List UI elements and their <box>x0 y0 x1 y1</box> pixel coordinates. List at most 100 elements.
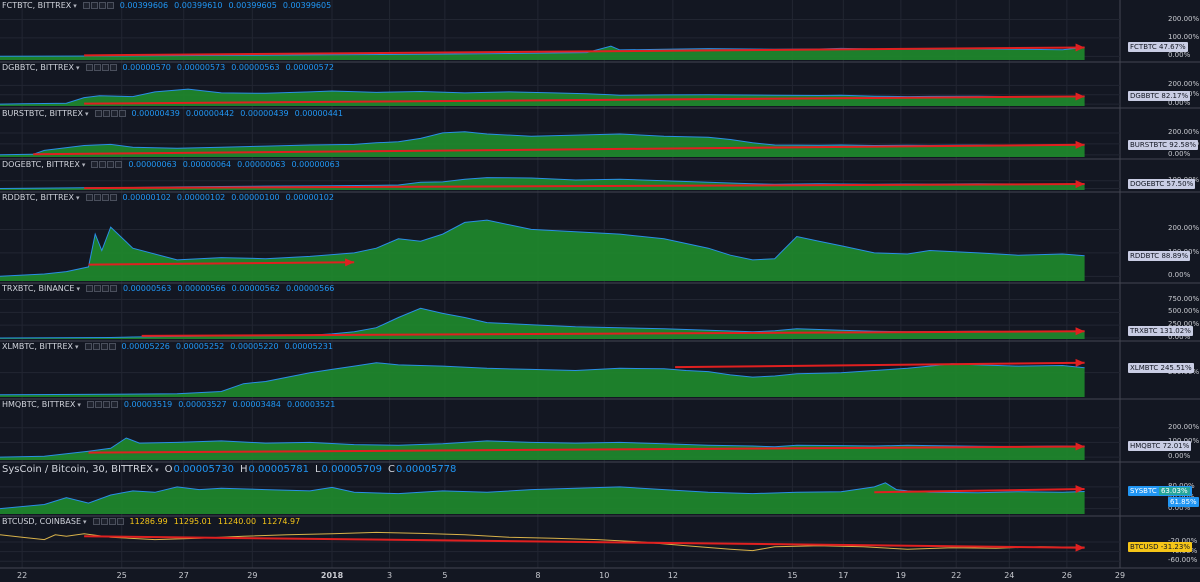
pane-control-icon[interactable] <box>109 285 117 292</box>
pane-control-icon[interactable] <box>90 2 98 9</box>
y-tick-label: 100.00% <box>1168 32 1200 41</box>
pane-header[interactable]: SysCoin / Bitcoin, 30, BITTREX ▾ O 0.000057… <box>2 464 456 475</box>
tag-symbol: RDDBTC <box>1130 251 1162 260</box>
symbol-label[interactable]: BTCUSD, COINBASE <box>2 517 81 526</box>
ohlc-value: 0.00000573 <box>176 63 226 72</box>
pane-control-icon[interactable] <box>93 194 101 201</box>
pane-header[interactable]: XLMBTC, BITTREX ▾ 0.00005226 0.00005252 0.00… <box>2 342 333 351</box>
pane-control-icon[interactable] <box>94 110 102 117</box>
pane-control-icon[interactable] <box>92 343 100 350</box>
symbol-label[interactable]: DOGEBTC, BITTREX <box>2 160 80 169</box>
symbol-label[interactable]: XLMBTC, BITTREX <box>2 342 73 351</box>
x-tick-label: 25 <box>116 571 127 580</box>
y-tick-label: 750.00% <box>1168 294 1200 303</box>
symbol-dropdown-icon[interactable]: ▾ <box>82 161 86 169</box>
y-tick-label: -60.00% <box>1168 556 1198 565</box>
symbol-dropdown-icon[interactable]: ▾ <box>83 518 87 526</box>
last-value-tag: DOGEBTC 57.50% <box>1128 179 1196 190</box>
ohlc-value: 0.00000102 <box>285 193 334 202</box>
pane-control-icon[interactable] <box>84 343 92 350</box>
ohlc-values: 0.00000570 0.00000573 0.00000563 0.00000572 <box>123 63 334 72</box>
tag-value: 88.89% <box>1161 251 1189 260</box>
ohlc-value: 0.00005226 <box>121 342 170 351</box>
ohlc-value: 0.00399605 <box>228 1 277 10</box>
x-tick-label: 12 <box>667 571 678 580</box>
tag-value: 131.02% <box>1159 327 1191 336</box>
pane-control-icon[interactable] <box>116 518 124 525</box>
pane-control-icon[interactable] <box>85 194 93 201</box>
symbol-label[interactable]: HMQBTC, BITTREX <box>2 400 75 409</box>
pane-control-icon[interactable] <box>85 64 93 71</box>
symbol-dropdown-icon[interactable]: ▾ <box>75 343 79 351</box>
ohlc-value: 0.00000063 <box>291 160 340 169</box>
pane-control-icon[interactable] <box>86 401 94 408</box>
pane-control-icon[interactable] <box>115 161 123 168</box>
symbol-label[interactable]: DGBBTC, BITTREX <box>2 63 74 72</box>
x-tick-label: 19 <box>895 571 906 580</box>
symbol-label[interactable]: TRXBTC, BINANCE <box>2 284 74 293</box>
pane-control-icon[interactable] <box>93 64 101 71</box>
pane-control-icon[interactable] <box>101 64 109 71</box>
symbol-label[interactable]: FCTBTC, BITTREX <box>2 1 71 10</box>
pane-control-icon[interactable] <box>110 401 118 408</box>
ohlc-values: 0.00003519 0.00003527 0.00003484 0.00003521 <box>124 400 335 409</box>
y-tick-label: 0.00% <box>1168 149 1191 158</box>
y-tick-label: 200.00% <box>1168 224 1200 233</box>
pane-control-icon[interactable] <box>108 518 116 525</box>
pane-control-icon[interactable] <box>118 110 126 117</box>
tag-value: 57.50% <box>1166 180 1194 189</box>
pane-header[interactable]: BTCUSD, COINBASE ▾ 11286.99 11295.01 11240.0… <box>2 517 300 526</box>
symbol-dropdown-icon[interactable]: ▾ <box>73 2 77 10</box>
x-tick-label: 29 <box>247 571 258 580</box>
tag-symbol: DGBBTC <box>1130 92 1162 101</box>
ohlc-value: 11274.97 <box>262 517 301 526</box>
pane-header[interactable]: HMQBTC, BITTREX ▾ 0.00003519 0.00003527 0.00… <box>2 400 335 409</box>
pane-control-icon[interactable] <box>102 110 110 117</box>
pane-control-icon[interactable] <box>91 161 99 168</box>
x-tick-label: 17 <box>838 571 849 580</box>
pane-header[interactable]: FCTBTC, BITTREX ▾ 0.00399606 0.00399610 0.00… <box>2 1 331 10</box>
symbol-dropdown-icon[interactable]: ▾ <box>76 64 80 72</box>
symbol-dropdown-icon[interactable]: ▾ <box>77 401 81 409</box>
pane-control-icon[interactable] <box>101 194 109 201</box>
secondary-value-tag: 61.85% <box>1168 497 1199 508</box>
y-tick-label: 0.00% <box>1168 51 1191 60</box>
symbol-dropdown-icon[interactable]: ▾ <box>155 466 159 474</box>
ohlc-value: 0.00000563 <box>231 63 280 72</box>
pane-control-icon[interactable] <box>92 518 100 525</box>
pane-control-icon[interactable] <box>101 285 109 292</box>
pane-control-icon[interactable] <box>82 2 90 9</box>
ohlc-values: 0.00005226 0.00005252 0.00005220 0.00005231 <box>122 342 333 351</box>
pane-control-icon[interactable] <box>106 2 114 9</box>
ohlc-key: L <box>314 464 321 475</box>
pane-control-icon[interactable] <box>107 161 115 168</box>
pane-header[interactable]: BURSTBTC, BITTREX ▾ 0.00000439 0.00000442 0.… <box>2 109 343 118</box>
symbol-dropdown-icon[interactable]: ▾ <box>76 194 80 202</box>
tag-symbol: BURSTBTC <box>1130 140 1170 149</box>
symbol-dropdown-icon[interactable]: ▾ <box>76 285 80 293</box>
pane-control-icon[interactable] <box>102 401 110 408</box>
pane-control-icon[interactable] <box>100 518 108 525</box>
symbol-dropdown-icon[interactable]: ▾ <box>85 110 89 118</box>
pane-control-icon[interactable] <box>109 64 117 71</box>
pane-control-icon[interactable] <box>110 110 118 117</box>
pane-header[interactable]: RDDBTC, BITTREX ▾ 0.00000102 0.00000102 0.00… <box>2 193 334 202</box>
ohlc-values: 0.00000439 0.00000442 0.00000439 0.00000441 <box>132 109 343 118</box>
pane-control-icon[interactable] <box>108 343 116 350</box>
ohlc-value: 0.00000102 <box>122 193 171 202</box>
ohlc-value: 0.00000572 <box>285 63 334 72</box>
pane-control-icon[interactable] <box>85 285 93 292</box>
symbol-label[interactable]: BURSTBTC, BITTREX <box>2 109 83 118</box>
pane-control-icon[interactable] <box>99 161 107 168</box>
symbol-label[interactable]: RDDBTC, BITTREX <box>2 193 74 202</box>
pane-header[interactable]: DOGEBTC, BITTREX ▾ 0.00000063 0.00000064 0.0… <box>2 160 340 169</box>
symbol-label[interactable]: SysCoin / Bitcoin, 30, BITTREX <box>2 464 153 475</box>
pane-control-icon[interactable] <box>100 343 108 350</box>
pane-header[interactable]: TRXBTC, BINANCE ▾ 0.00000563 0.00000566 0.00… <box>2 284 334 293</box>
pane-control-icon[interactable] <box>94 401 102 408</box>
pane-control-icon[interactable] <box>93 285 101 292</box>
pane-control-icon[interactable] <box>98 2 106 9</box>
pane-header[interactable]: DGBBTC, BITTREX ▾ 0.00000570 0.00000573 0.00… <box>2 63 334 72</box>
ohlc-value: 0.00000063 <box>237 160 286 169</box>
pane-control-icon[interactable] <box>109 194 117 201</box>
